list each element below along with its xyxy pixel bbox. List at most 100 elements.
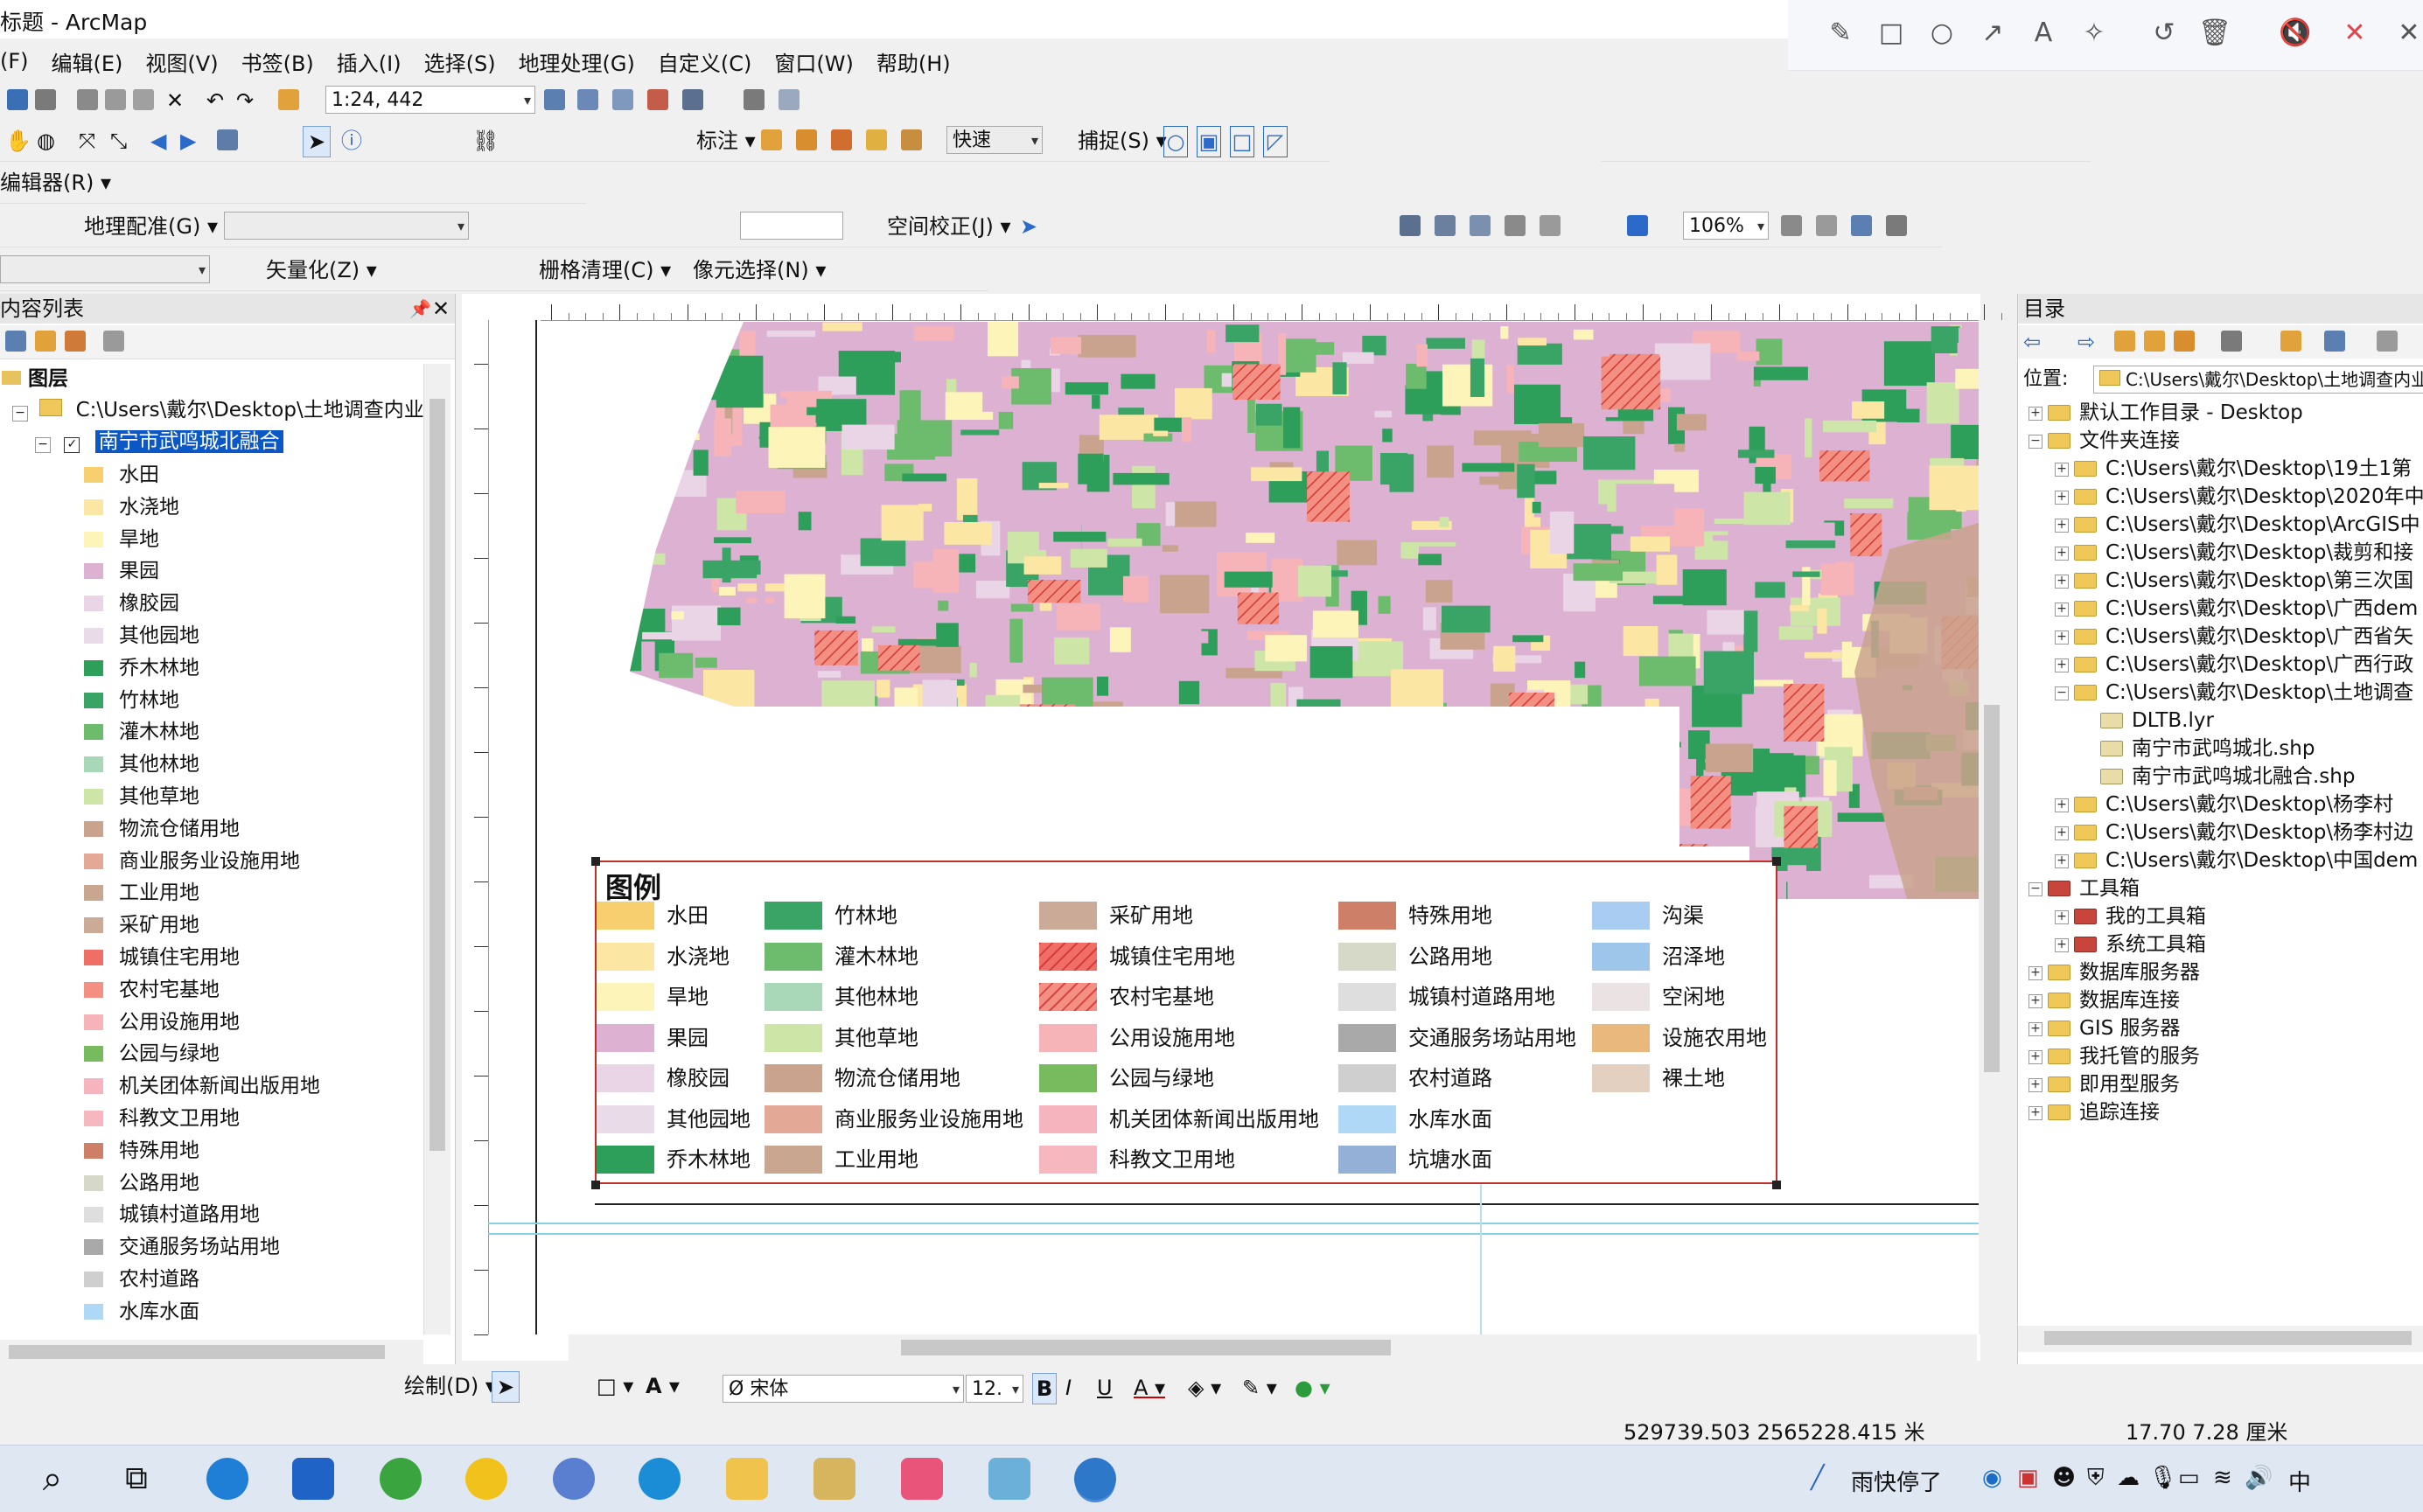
expand-icon[interactable]: + (2055, 798, 2069, 812)
editor-toolbar-icon[interactable] (544, 89, 565, 110)
pan-icon[interactable]: ✋ (5, 126, 31, 156)
snap-point-icon[interactable]: ○ (1163, 126, 1188, 157)
menu-edit[interactable]: 编辑(E) (52, 46, 123, 77)
label-tool-icon[interactable] (761, 129, 782, 150)
layout-hscroll-thumb[interactable] (901, 1340, 1391, 1355)
arcmap-icon[interactable] (1074, 1458, 1116, 1500)
task-view-icon[interactable]: ⧉ (115, 1458, 157, 1500)
layer-visibility-checkbox[interactable]: ✓ (64, 437, 80, 453)
expand-icon[interactable]: + (2055, 575, 2069, 589)
menu-file[interactable]: (F) (0, 49, 29, 73)
text-icon[interactable]: A (2026, 16, 2061, 51)
expand-icon[interactable]: + (2055, 547, 2069, 561)
focus-data-frame-icon[interactable] (1781, 215, 1802, 236)
close-icon[interactable]: ✕ (2392, 16, 2423, 51)
catalog-options-icon[interactable] (2377, 331, 2398, 352)
menu-geoprocessing[interactable]: 地理处理(G) (519, 46, 635, 77)
rectangle-icon[interactable]: □ (1874, 16, 1909, 51)
arctoolbox-icon[interactable] (682, 89, 703, 110)
collapse-icon[interactable]: − (35, 437, 51, 453)
fixed-zoom-in-icon[interactable]: ⤧ (79, 126, 95, 156)
undo-icon[interactable]: ↺ (2147, 16, 2182, 51)
arrow-icon[interactable]: ↗ (1975, 16, 2010, 51)
label-manager[interactable]: 标注 ▾ (696, 126, 756, 156)
trash-icon[interactable]: 🗑 (2197, 16, 2232, 51)
paste-icon[interactable] (133, 89, 154, 110)
mic-muted-icon[interactable]: ✕ (2337, 16, 2372, 51)
print-icon[interactable] (35, 89, 56, 110)
magic-icon[interactable]: ✧ (2077, 16, 2112, 51)
model-builder-icon[interactable] (744, 89, 765, 110)
cut-icon[interactable] (77, 89, 98, 110)
editor-menu[interactable]: 编辑器(R) ▾ (0, 168, 111, 198)
zoom-whole-page-icon[interactable] (1505, 215, 1526, 236)
search-window-icon[interactable] (647, 89, 668, 110)
snapping-menu[interactable]: 捕捉(S) ▾ (1078, 126, 1167, 156)
tray-cloud-icon[interactable]: ☁ (2117, 1465, 2140, 1491)
georef-menu[interactable]: 地理配准(G) ▾ (84, 212, 218, 241)
expand-icon[interactable]: + (2055, 463, 2069, 477)
italic-button[interactable]: I (1065, 1373, 1072, 1403)
select-elements-icon[interactable]: ➤ (303, 126, 331, 157)
toc-scroll-thumb[interactable] (429, 399, 445, 1151)
app-pink-icon[interactable] (901, 1458, 943, 1500)
expand-icon[interactable]: + (2055, 631, 2069, 645)
list-by-source-icon[interactable] (35, 331, 56, 352)
catalog-new-icon[interactable] (2280, 331, 2301, 352)
cell-selection-menu[interactable]: 像元选择(N) ▾ (693, 255, 826, 285)
connect-folder-icon[interactable] (2174, 331, 2195, 352)
raster-cleanup-menu[interactable]: 栅格清理(C) ▾ (539, 255, 671, 285)
circle-icon[interactable]: ○ (1924, 16, 1959, 51)
undo-tool-icon[interactable]: ↶ (206, 86, 224, 115)
change-layout-icon[interactable] (1816, 215, 1837, 236)
rectangle-tool-icon[interactable]: □ ▾ (597, 1371, 633, 1401)
music-icon[interactable] (465, 1458, 507, 1500)
map-frame[interactable] (595, 322, 1979, 899)
edge-icon[interactable] (639, 1458, 681, 1500)
app-feather-icon[interactable] (206, 1458, 248, 1500)
layout-zoom-in-icon[interactable] (1400, 215, 1421, 236)
collapse-icon[interactable]: − (2028, 435, 2042, 449)
expand-icon[interactable]: + (2028, 966, 2042, 980)
tray-calendar-icon[interactable]: ▣ (2017, 1465, 2039, 1491)
label-tool-3-icon[interactable] (831, 129, 852, 150)
pin-icon[interactable]: 📌 (409, 294, 431, 324)
text-tool-icon[interactable]: A ▾ (646, 1371, 680, 1401)
tray-app-icon[interactable]: ◉ (1982, 1465, 2002, 1491)
toc-layer[interactable]: − ✓ 南宁市武鸣城北融合 (35, 427, 283, 456)
delete-icon[interactable]: ✕ (166, 86, 184, 115)
snap-edge-icon[interactable]: ◸ (1263, 126, 1288, 157)
globe-icon[interactable]: ◍ (37, 126, 55, 156)
expand-icon[interactable]: + (2055, 826, 2069, 840)
add-data-icon[interactable] (278, 89, 299, 110)
legend[interactable]: 图例 水田 水浇地 旱地 果园 橡胶园 其他园地 乔木林地 竹林地 灌木林地 其他林地 其他草地 物流… (595, 861, 1777, 1184)
file-explorer-icon[interactable] (726, 1458, 768, 1500)
menu-window[interactable]: 窗口(W) (774, 46, 853, 77)
bold-button[interactable]: B (1032, 1373, 1057, 1404)
volume-icon[interactable]: 🔊 (2245, 1465, 2273, 1491)
expand-icon[interactable]: + (2055, 938, 2069, 952)
menu-selection[interactable]: 选择(S) (424, 46, 496, 77)
location-input[interactable]: C:\Users\戴尔\Desktop\土地调查内业 (2093, 366, 2423, 394)
fill-color-icon[interactable]: ◈ ▾ (1188, 1373, 1221, 1403)
browser-360-icon[interactable] (380, 1458, 422, 1500)
layout-zoom-out-icon[interactable] (1435, 215, 1456, 236)
selection-handle-bl[interactable] (591, 1181, 600, 1189)
spatial-adjust-select-icon[interactable]: ➤ (1020, 212, 1037, 241)
toc-folder-path[interactable]: − C:\Users\戴尔\Desktop\土地调查内业 (12, 395, 423, 425)
select-features-icon[interactable] (217, 129, 238, 150)
back-icon[interactable]: ◀ (150, 126, 166, 156)
pen-icon[interactable]: ✎ (1823, 16, 1858, 51)
vectorize-menu[interactable]: 矢量化(Z) ▾ (266, 255, 377, 285)
data-driven-pages-icon[interactable] (1851, 215, 1872, 236)
snap-end-icon[interactable]: ▣ (1197, 126, 1221, 157)
catalog-back-icon[interactable]: ⇦ (2023, 327, 2041, 357)
page-setup-icon[interactable] (1886, 215, 1907, 236)
font-color-icon[interactable]: A ▾ (1134, 1373, 1165, 1403)
layout-vertical-scrollbar[interactable] (1979, 320, 2005, 1334)
selection-handle-tr[interactable] (1772, 857, 1781, 866)
expand-icon[interactable]: + (2028, 1050, 2042, 1064)
list-by-visibility-icon[interactable] (65, 331, 86, 352)
layout-vscroll-thumb[interactable] (1984, 705, 2000, 1072)
layout-zoom-combo[interactable]: 106% ▾ (1683, 212, 1769, 240)
